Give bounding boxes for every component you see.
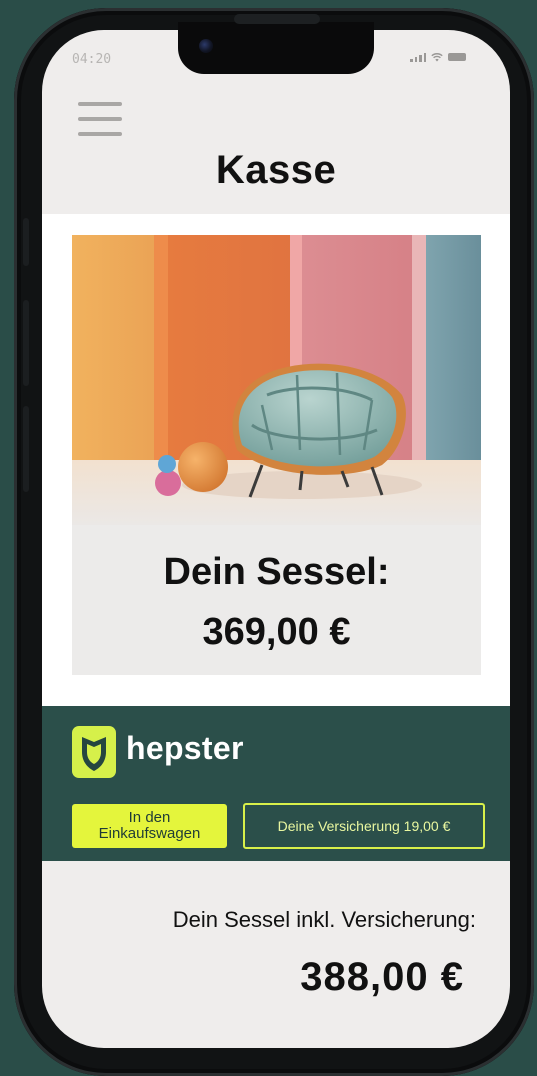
battery-icon	[448, 53, 466, 61]
page-title: Kasse	[215, 148, 337, 192]
volume-down-button	[23, 406, 29, 492]
add-to-cart-button[interactable]: In den Einkaufswagen	[72, 804, 227, 848]
wifi-icon	[431, 53, 443, 62]
product-card: Dein Sessel: 369,00 €	[72, 235, 481, 675]
armchair-image	[72, 235, 481, 525]
status-time: 04:20	[72, 52, 112, 67]
product-price: 369,00 €	[202, 611, 351, 653]
signal-icon	[410, 52, 426, 62]
volume-up-button	[23, 300, 29, 386]
product-name: Dein Sessel:	[163, 551, 390, 593]
add-to-cart-label-line2: Einkaufswagen	[98, 825, 201, 842]
hamburger-menu-icon[interactable]	[78, 102, 122, 138]
speaker-grille	[234, 14, 320, 24]
hepster-shield-logo-icon	[72, 726, 116, 778]
insurance-price-button[interactable]: Deine Versicherung 19,00 €	[243, 803, 485, 849]
mute-switch	[23, 218, 29, 266]
total-value: 388,00 €	[300, 955, 464, 999]
front-camera	[199, 39, 213, 53]
add-to-cart-label-line1: In den	[128, 809, 171, 826]
total-label: Dein Sessel inkl. Versicherung:	[172, 907, 476, 932]
status-icons	[410, 52, 466, 62]
hepster-brand-name: hepster	[126, 730, 244, 766]
